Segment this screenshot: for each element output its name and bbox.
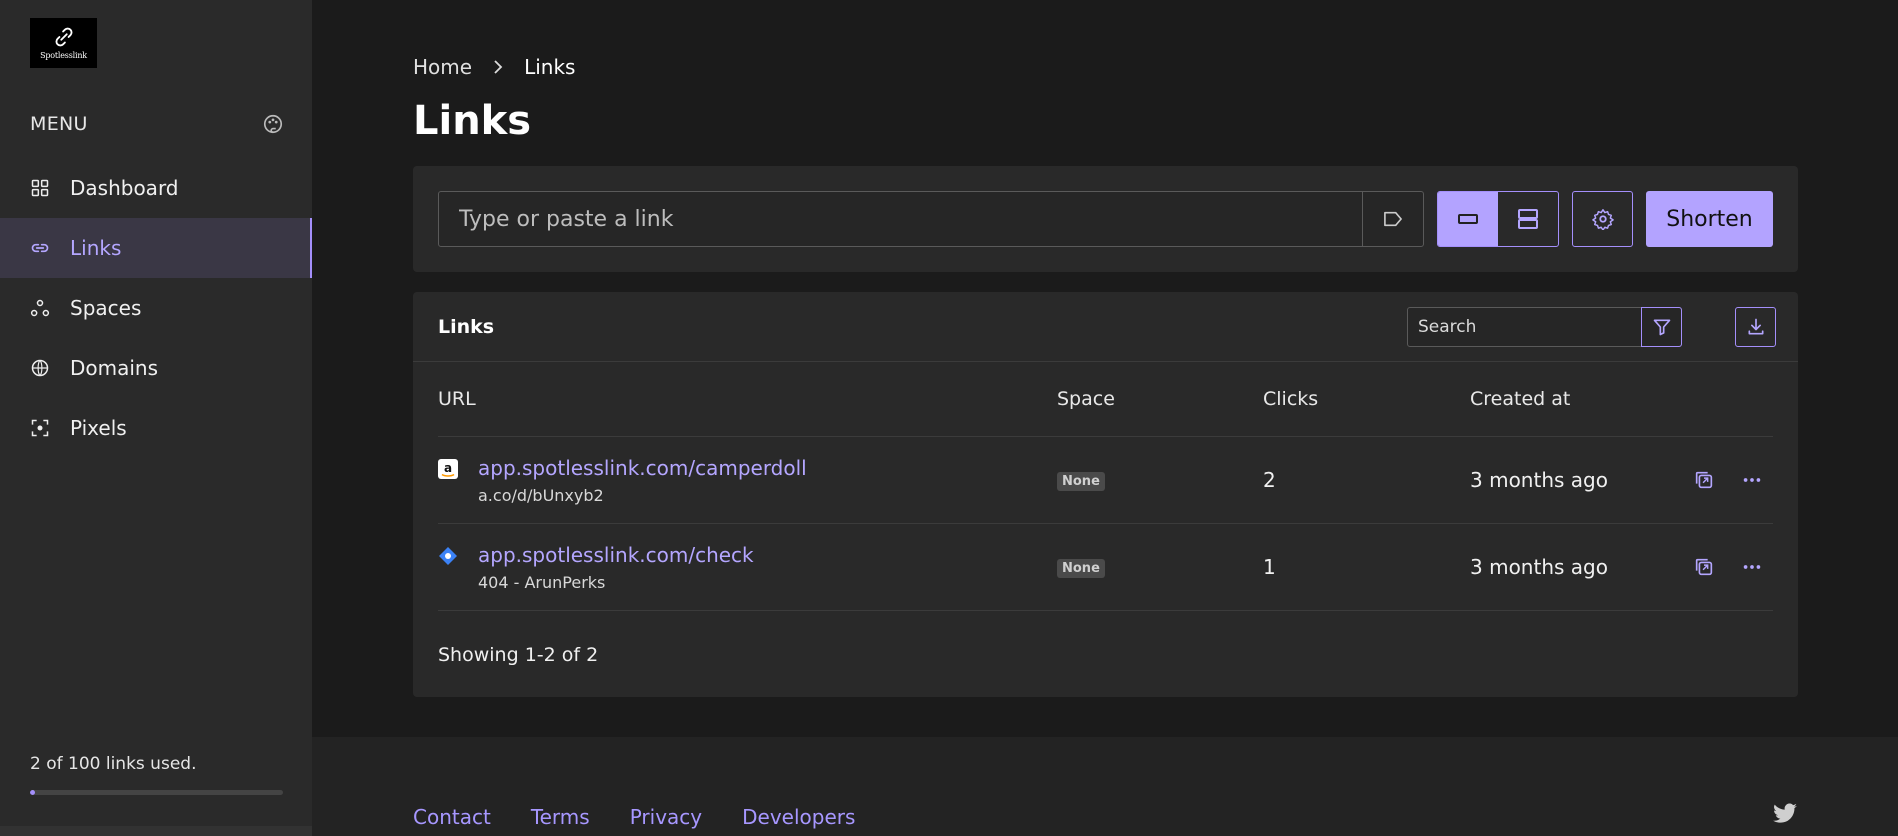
short-url-link[interactable]: app.spotlesslink.com/camperdoll (478, 456, 807, 480)
row-actions (1678, 556, 1773, 578)
menu-title: MENU (30, 113, 88, 135)
created-cell: 3 months ago (1470, 468, 1608, 492)
footer-link-privacy[interactable]: Privacy (630, 805, 702, 829)
table-row: a app.spotlesslink.com/camperdoll a.co/d… (438, 437, 1773, 524)
url-cell: a app.spotlesslink.com/camperdoll a.co/d… (438, 456, 1057, 505)
globe-icon (31, 359, 49, 377)
double-row-icon (1518, 209, 1538, 229)
tag-button[interactable] (1362, 192, 1423, 246)
footer-link-developers[interactable]: Developers (742, 805, 855, 829)
filter-button[interactable] (1641, 307, 1682, 347)
space-cell: None (1057, 557, 1263, 578)
search-wrap (1407, 307, 1682, 347)
grid-icon (31, 179, 49, 197)
usage-progress-fill (30, 790, 36, 795)
layout-expanded-button[interactable] (1498, 192, 1558, 246)
column-header-url[interactable]: URL (438, 388, 1057, 410)
shorten-panel: Shorten (413, 166, 1798, 272)
destination-url: 404 - ArunPerks (478, 572, 606, 592)
links-panel-title: Links (438, 316, 495, 338)
sidebar-item-label: Dashboard (70, 176, 179, 200)
destination-url: a.co/d/bUnxyb2 (478, 485, 604, 505)
settings-button[interactable] (1572, 191, 1633, 247)
column-header-space[interactable]: Space (1057, 388, 1263, 410)
sidebar-item-label: Links (70, 236, 122, 260)
breadcrumb-current: Links (524, 55, 576, 79)
logo[interactable]: Spotlesslink (30, 18, 97, 68)
link-input-wrap (438, 191, 1424, 247)
amazon-icon: a (438, 458, 458, 479)
sidebar-item-label: Pixels (70, 416, 127, 440)
gear-icon (1591, 209, 1614, 230)
layout-toggle (1437, 191, 1559, 247)
sidebar-item-dashboard[interactable]: Dashboard (0, 158, 312, 218)
links-panel-header: Links (413, 292, 1798, 362)
chevron-right-icon (494, 60, 503, 74)
links-table: URL Space Clicks Created at a app.spotle… (438, 362, 1773, 611)
created-cell: 3 months ago (1470, 555, 1608, 579)
layout-compact-button[interactable] (1438, 192, 1498, 246)
sidebar-item-label: Spaces (70, 296, 142, 320)
footer-link-terms[interactable]: Terms (531, 805, 590, 829)
footer-links: Contact Terms Privacy Developers (413, 805, 855, 829)
space-badge: None (1057, 471, 1105, 491)
diamond-icon (439, 546, 457, 565)
copy-link-icon[interactable] (1693, 469, 1715, 491)
url-text-block: app.spotlesslink.com/check 404 - ArunPer… (478, 543, 754, 592)
sidebar: Spotlesslink MENU Dashboard Links Spaces… (0, 0, 312, 836)
table-header: URL Space Clicks Created at (438, 362, 1773, 437)
more-options-icon[interactable] (1741, 556, 1763, 578)
menu-header: MENU (30, 110, 284, 138)
sidebar-item-domains[interactable]: Domains (0, 338, 312, 398)
pagination-summary: Showing 1-2 of 2 (438, 644, 599, 666)
space-cell: None (1057, 470, 1263, 491)
sidebar-footer (0, 826, 312, 836)
column-header-created[interactable]: Created at (1470, 388, 1678, 410)
svg-text:a: a (444, 461, 452, 475)
download-button[interactable] (1735, 307, 1776, 347)
shorten-button[interactable]: Shorten (1646, 191, 1773, 247)
sidebar-item-pixels[interactable]: Pixels (0, 398, 312, 458)
short-url-link[interactable]: app.spotlesslink.com/check (478, 543, 754, 567)
spaces-icon (30, 299, 50, 317)
search-input[interactable] (1408, 308, 1641, 346)
table-row: app.spotlesslink.com/check 404 - ArunPer… (438, 524, 1773, 611)
url-cell: app.spotlesslink.com/check 404 - ArunPer… (438, 543, 1057, 592)
space-badge: None (1057, 558, 1105, 578)
theme-palette-icon[interactable] (262, 113, 284, 135)
footer: Contact Terms Privacy Developers (312, 737, 1898, 836)
footer-link-contact[interactable]: Contact (413, 805, 491, 829)
breadcrumb: Home Links (413, 55, 575, 79)
usage-text: 2 of 100 links used. (30, 754, 197, 774)
tag-icon (1384, 211, 1402, 227)
pixel-icon (31, 419, 49, 437)
sidebar-item-spaces[interactable]: Spaces (0, 278, 312, 338)
links-panel: Links URL Space Clicks Created at (413, 292, 1798, 697)
link-icon (31, 243, 49, 253)
link-input[interactable] (439, 192, 1362, 246)
url-text-block: app.spotlesslink.com/camperdoll a.co/d/b… (478, 456, 807, 505)
filter-icon (1653, 319, 1670, 336)
row-actions (1678, 469, 1773, 491)
sidebar-item-label: Domains (70, 356, 159, 380)
sidebar-item-links[interactable]: Links (0, 218, 312, 278)
clicks-cell: 1 (1263, 555, 1276, 579)
clicks-cell: 2 (1263, 468, 1276, 492)
twitter-icon[interactable] (1772, 803, 1798, 825)
single-row-icon (1458, 214, 1478, 224)
logo-text: Spotlesslink (40, 51, 87, 60)
sidebar-nav: Dashboard Links Spaces Domains Pixels (0, 158, 312, 458)
chain-link-icon (55, 27, 72, 47)
download-icon (1748, 318, 1763, 335)
breadcrumb-home[interactable]: Home (413, 55, 472, 79)
more-options-icon[interactable] (1741, 469, 1763, 491)
copy-link-icon[interactable] (1693, 556, 1715, 578)
page-title: Links (413, 98, 532, 144)
usage-progress-bar (30, 790, 283, 795)
column-header-clicks[interactable]: Clicks (1263, 388, 1470, 410)
